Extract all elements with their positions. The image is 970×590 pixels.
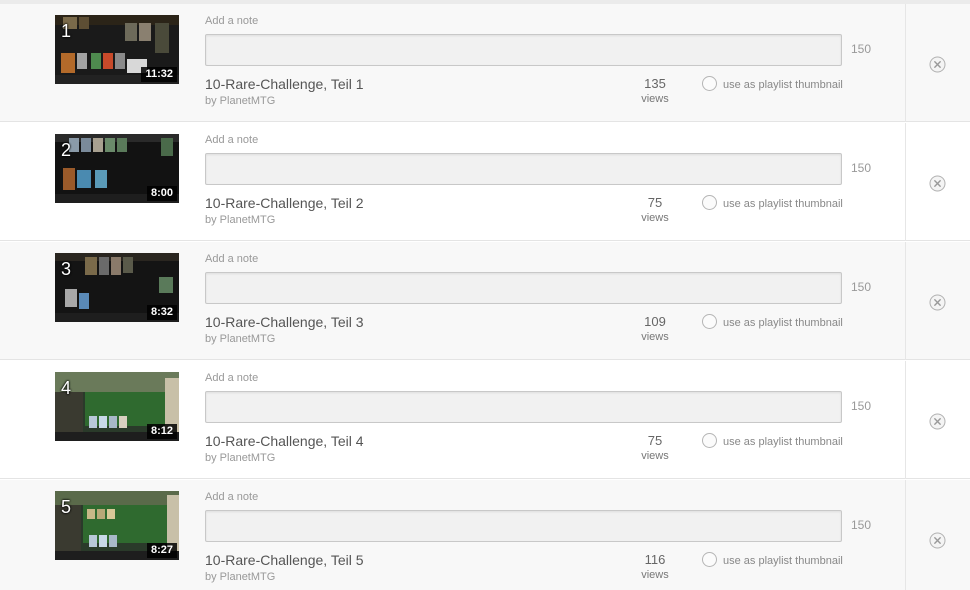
views-label: views bbox=[641, 450, 669, 462]
thumbnail-radio-label[interactable]: use as playlist thumbnail bbox=[723, 317, 843, 329]
playlist-item: 1 11:32 Add a note 150 10-Rare-Challenge… bbox=[0, 4, 970, 122]
item-index: 1 bbox=[61, 21, 72, 41]
note-input[interactable] bbox=[205, 391, 842, 423]
remove-circle-x-icon[interactable] bbox=[929, 413, 946, 430]
thumbnail-radio-label[interactable]: use as playlist thumbnail bbox=[723, 555, 843, 567]
note-label: Add a note bbox=[205, 491, 259, 503]
video-duration: 8:00 bbox=[146, 186, 177, 201]
video-title[interactable]: 10-Rare-Challenge, Teil 4 bbox=[205, 433, 364, 449]
video-thumbnail[interactable]: 4 8:12 bbox=[55, 372, 179, 441]
char-limit-count: 150 bbox=[851, 280, 872, 294]
video-byline[interactable]: by PlanetMTG bbox=[205, 214, 275, 226]
thumbnail-radio-label[interactable]: use as playlist thumbnail bbox=[723, 436, 843, 448]
video-title[interactable]: 10-Rare-Challenge, Teil 5 bbox=[205, 552, 364, 568]
video-thumbnail[interactable]: 1 11:32 bbox=[55, 15, 179, 84]
video-duration: 8:27 bbox=[146, 543, 177, 558]
column-divider bbox=[905, 242, 906, 360]
video-duration: 8:12 bbox=[146, 424, 177, 439]
video-duration: 11:32 bbox=[141, 67, 177, 82]
video-duration: 8:32 bbox=[146, 305, 177, 320]
remove-circle-x-icon[interactable] bbox=[929, 532, 946, 549]
remove-circle-x-icon[interactable] bbox=[929, 294, 946, 311]
char-limit-count: 150 bbox=[851, 161, 872, 175]
note-label: Add a note bbox=[205, 253, 259, 265]
views-count: 75 bbox=[647, 195, 663, 210]
thumbnail-radio[interactable] bbox=[702, 195, 717, 210]
char-limit-count: 150 bbox=[851, 518, 872, 532]
views-count: 109 bbox=[644, 314, 666, 329]
note-input[interactable] bbox=[205, 272, 842, 304]
video-byline[interactable]: by PlanetMTG bbox=[205, 95, 275, 107]
remove-circle-x-icon[interactable] bbox=[929, 56, 946, 73]
thumbnail-radio[interactable] bbox=[702, 314, 717, 329]
note-input[interactable] bbox=[205, 153, 842, 185]
video-byline[interactable]: by PlanetMTG bbox=[205, 452, 275, 464]
note-label: Add a note bbox=[205, 372, 259, 384]
column-divider bbox=[905, 361, 906, 479]
video-title[interactable]: 10-Rare-Challenge, Teil 3 bbox=[205, 314, 364, 330]
note-label: Add a note bbox=[205, 15, 259, 27]
video-byline[interactable]: by PlanetMTG bbox=[205, 333, 275, 345]
video-byline[interactable]: by PlanetMTG bbox=[205, 571, 275, 583]
video-title[interactable]: 10-Rare-Challenge, Teil 1 bbox=[205, 76, 364, 92]
char-limit-count: 150 bbox=[851, 399, 872, 413]
column-divider bbox=[905, 4, 906, 122]
column-divider bbox=[905, 480, 906, 590]
views-label: views bbox=[641, 569, 669, 581]
item-index: 2 bbox=[61, 140, 72, 160]
views-label: views bbox=[641, 93, 669, 105]
video-thumbnail[interactable]: 2 8:00 bbox=[55, 134, 179, 203]
views-label: views bbox=[641, 331, 669, 343]
playlist-item: 4 8:12 Add a note 150 10-Rare-Challenge,… bbox=[0, 361, 970, 479]
note-label: Add a note bbox=[205, 134, 259, 146]
item-index: 3 bbox=[61, 259, 72, 279]
item-index: 4 bbox=[61, 378, 72, 398]
note-input[interactable] bbox=[205, 34, 842, 66]
video-thumbnail[interactable]: 3 8:32 bbox=[55, 253, 179, 322]
video-thumbnail[interactable]: 5 8:27 bbox=[55, 491, 179, 560]
views-count: 75 bbox=[647, 433, 663, 448]
views-count: 135 bbox=[644, 76, 666, 91]
char-limit-count: 150 bbox=[851, 42, 872, 56]
thumbnail-radio[interactable] bbox=[702, 76, 717, 91]
thumbnail-radio-label[interactable]: use as playlist thumbnail bbox=[723, 79, 843, 91]
item-index: 5 bbox=[61, 497, 72, 517]
column-divider bbox=[905, 123, 906, 241]
remove-circle-x-icon[interactable] bbox=[929, 175, 946, 192]
playlist-item: 2 8:00 Add a note 150 10-Rare-Challenge,… bbox=[0, 123, 970, 241]
views-label: views bbox=[641, 212, 669, 224]
thumbnail-radio-label[interactable]: use as playlist thumbnail bbox=[723, 198, 843, 210]
thumbnail-radio[interactable] bbox=[702, 433, 717, 448]
playlist-item: 3 8:32 Add a note 150 10-Rare-Challenge,… bbox=[0, 242, 970, 360]
playlist-item: 5 8:27 Add a note 150 10-Rare-Challenge,… bbox=[0, 480, 970, 590]
video-title[interactable]: 10-Rare-Challenge, Teil 2 bbox=[205, 195, 364, 211]
thumbnail-radio[interactable] bbox=[702, 552, 717, 567]
views-count: 116 bbox=[644, 552, 666, 567]
note-input[interactable] bbox=[205, 510, 842, 542]
